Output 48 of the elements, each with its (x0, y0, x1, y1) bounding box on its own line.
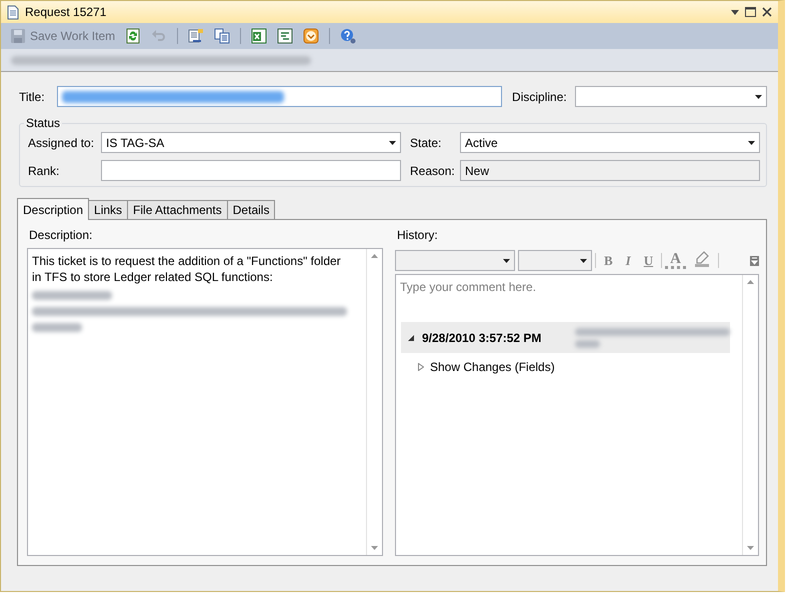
field-label: Description: (29, 228, 94, 242)
scroll-down-icon (371, 546, 378, 550)
dropdown-arrow-icon (580, 258, 587, 262)
document-icon (7, 4, 19, 20)
field-label: Reason: (410, 164, 456, 178)
dropdown-arrow-icon (748, 140, 755, 144)
tab[interactable]: Description (17, 198, 90, 220)
group-label: Status (25, 116, 62, 130)
highlighter-icon (694, 250, 710, 266)
document-links-icon (188, 28, 204, 44)
description-text: This ticket is to request the addition of a "Functions" folder in TFS to store Ledger related SQL functions: (32, 253, 342, 285)
dropdown-arrow-icon[interactable] (731, 10, 739, 14)
undo-icon (151, 28, 168, 44)
envelope-icon (303, 28, 320, 44)
show-changes-link[interactable]: Show Changes (Fields) (430, 360, 555, 374)
window-title: Request 15271 (25, 5, 108, 19)
field-label: State: (410, 136, 442, 150)
dropdown-arrow-icon (503, 258, 510, 262)
close-icon[interactable] (762, 7, 772, 17)
scroll-up-icon (747, 280, 754, 284)
maximize-icon[interactable] (745, 7, 756, 17)
field-label: Discipline: (512, 90, 568, 104)
dropdown-arrow-icon (755, 94, 762, 98)
scroll-down-icon (747, 546, 754, 550)
history-date: 9/28/2010 3:57:52 PM (422, 330, 542, 344)
spreadsheet-icon (251, 28, 268, 44)
title-field[interactable] (56, 86, 502, 107)
scroll-up-icon (371, 254, 378, 258)
field-label: History: (397, 228, 439, 242)
text-field[interactable] (101, 160, 401, 181)
dropdown[interactable]: IS TAG-SA (101, 132, 401, 153)
dropdown-arrow-icon (389, 140, 396, 144)
field-label: Assigned to: (28, 136, 96, 150)
refresh-icon (125, 28, 142, 44)
help-icon (340, 28, 356, 44)
field-label: Title: (19, 90, 46, 104)
tab[interactable]: File Attachments (127, 200, 228, 219)
save-icon (10, 28, 26, 44)
grid-document-icon (277, 28, 294, 44)
overflow-icon[interactable] (750, 256, 759, 266)
tab[interactable]: Links (88, 200, 128, 219)
expand-icon[interactable] (418, 363, 424, 371)
tab[interactable]: Details (226, 200, 276, 219)
collapse-icon[interactable] (408, 334, 414, 340)
comment-field[interactable]: Type your comment here. (396, 275, 742, 298)
copy-icon (214, 28, 230, 44)
field-label: Rank: (28, 164, 60, 178)
dropdown[interactable]: Active (460, 132, 760, 153)
